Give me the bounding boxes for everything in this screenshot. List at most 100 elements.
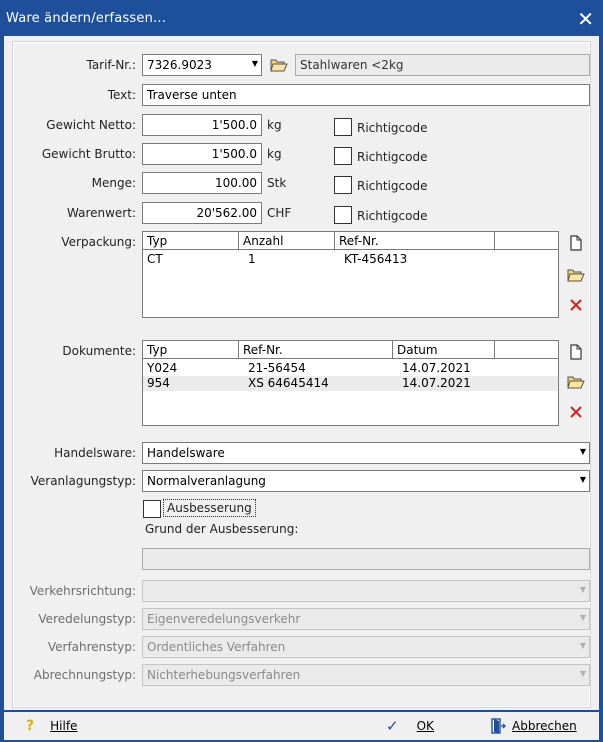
close-icon[interactable]: ✕ xyxy=(577,7,594,31)
gewicht-brutto-label: Gewicht Brutto: xyxy=(41,147,136,161)
handelsware-value: Handelsware xyxy=(147,446,225,460)
gewicht-netto-label: Gewicht Netto: xyxy=(46,118,136,132)
menge-richtigcode-label: Richtigcode xyxy=(357,179,428,193)
folder-open-icon xyxy=(567,269,585,282)
verfahrenstyp-value: Ordentliches Verfahren xyxy=(147,640,286,654)
menge-label: Menge: xyxy=(91,176,136,190)
grund-label: Grund der Ausbesserung: xyxy=(145,522,299,536)
text-input[interactable]: Traverse unten xyxy=(142,84,590,106)
grund-input[interactable] xyxy=(142,548,590,570)
verfahrenstyp-select[interactable]: Ordentliches Verfahren ▼ xyxy=(142,636,590,658)
column-header-ref-nr[interactable]: Ref-Nr. xyxy=(335,232,495,250)
verpackung-new-button[interactable] xyxy=(565,232,587,254)
dokumente-new-button[interactable] xyxy=(565,341,587,363)
column-header-datum[interactable]: Datum xyxy=(393,341,495,359)
abrechnungstyp-label: Abrechnungstyp: xyxy=(33,668,136,682)
column-header-typ[interactable]: Typ xyxy=(143,232,239,250)
ok-label: OK xyxy=(416,719,434,733)
dokumente-open-button[interactable] xyxy=(565,371,587,393)
cell-datum: 14.07.2021 xyxy=(402,361,471,375)
gewicht-netto-input[interactable]: 1'500.0 xyxy=(142,114,262,136)
tarif-select[interactable]: 7326.9023 ▼ xyxy=(142,54,262,76)
warenwert-input[interactable]: 20'562.00 xyxy=(142,202,262,224)
veredelungstyp-select[interactable]: Eigenveredelungsverkehr ▼ xyxy=(142,608,590,630)
warenwert-richtigcode-label: Richtigcode xyxy=(357,209,428,223)
column-header-typ[interactable]: Typ xyxy=(143,341,239,359)
gewicht-netto-richtigcode-label: Richtigcode xyxy=(357,121,428,135)
ausbesserung-checkbox[interactable] xyxy=(143,500,161,518)
table-row[interactable]: 954 XS 64645414 14.07.2021 xyxy=(143,376,558,391)
chevron-down-icon: ▼ xyxy=(251,59,258,68)
verpackung-table[interactable]: Typ Anzahl Ref-Nr. CT 1 KT-456413 xyxy=(142,231,559,318)
dokumente-table[interactable]: Typ Ref-Nr. Datum Y024 21-56454 14.07.20… xyxy=(142,340,559,426)
abrechnungstyp-select[interactable]: Nichterhebungsverfahren ▼ xyxy=(142,664,590,686)
veranlagungstyp-value: Normalveranlagung xyxy=(147,474,266,488)
chevron-down-icon: ▼ xyxy=(579,475,586,484)
exit-door-icon xyxy=(491,718,506,734)
warenwert-richtigcode-checkbox[interactable] xyxy=(334,206,352,224)
table-row[interactable]: Y024 21-56454 14.07.2021 xyxy=(143,361,558,376)
dokumente-delete-button[interactable] xyxy=(565,401,587,423)
delete-icon xyxy=(570,406,582,418)
chevron-down-icon: ▼ xyxy=(579,447,586,456)
cell-datum: 14.07.2021 xyxy=(402,376,471,390)
warenwert-label: Warenwert: xyxy=(67,206,136,220)
chevron-down-icon: ▼ xyxy=(579,669,586,678)
column-header-ref-nr[interactable]: Ref-Nr. xyxy=(239,341,393,359)
text-label: Text: xyxy=(107,88,136,102)
cell-typ: CT xyxy=(147,252,163,266)
gewicht-brutto-richtigcode-checkbox[interactable] xyxy=(334,147,352,165)
help-button[interactable]: ? Hilfe xyxy=(12,714,112,738)
dokumente-label: Dokumente: xyxy=(62,344,136,358)
ausbesserung-label: Ausbesserung xyxy=(167,501,252,515)
tarif-description: Stahlwaren <2kg xyxy=(295,54,590,76)
cell-ref-nr: XS 64645414 xyxy=(248,376,329,390)
gewicht-netto-unit: kg xyxy=(267,118,282,132)
verpackung-table-header: Typ Anzahl Ref-Nr. xyxy=(143,232,558,250)
gewicht-brutto-richtigcode-label: Richtigcode xyxy=(357,150,428,164)
delete-icon xyxy=(570,299,582,311)
folder-open-icon xyxy=(270,59,288,72)
cell-ref-nr: KT-456413 xyxy=(344,252,408,266)
button-bar: ? Hilfe ✓ OK Abbrechen xyxy=(4,712,599,740)
cell-ref-nr: 21-56454 xyxy=(248,361,306,375)
verkehrsrichtung-select[interactable]: ▼ xyxy=(142,580,590,602)
menge-richtigcode-checkbox[interactable] xyxy=(334,176,352,194)
menge-input[interactable]: 100.00 xyxy=(142,172,262,194)
verpackung-open-button[interactable] xyxy=(565,264,587,286)
checkmark-icon: ✓ xyxy=(386,717,399,735)
verkehrsrichtung-label: Verkehrsrichtung: xyxy=(29,584,136,598)
verpackung-label: Verpackung: xyxy=(61,235,136,249)
veranlagungstyp-select[interactable]: Normalveranlagung ▼ xyxy=(142,470,590,492)
dialog-window: Ware ändern/erfassen... ✕ Tarif-Nr.: 732… xyxy=(0,0,603,742)
veredelungstyp-label: Veredelungstyp: xyxy=(38,612,136,626)
table-row[interactable]: CT 1 KT-456413 xyxy=(143,252,558,267)
warenwert-unit: CHF xyxy=(267,206,292,220)
menge-unit: Stk xyxy=(267,176,287,190)
new-document-icon xyxy=(570,344,582,360)
verfahrenstyp-label: Verfahrenstyp: xyxy=(47,640,136,654)
folder-open-icon xyxy=(567,376,585,389)
cell-anzahl: 1 xyxy=(248,252,256,266)
handelsware-label: Handelsware: xyxy=(54,446,136,460)
dokumente-table-header: Typ Ref-Nr. Datum xyxy=(143,341,558,359)
handelsware-select[interactable]: Handelsware ▼ xyxy=(142,442,590,464)
cell-typ: Y024 xyxy=(147,361,178,375)
verpackung-delete-button[interactable] xyxy=(565,294,587,316)
window-title: Ware ändern/erfassen... xyxy=(6,11,167,26)
help-label: Hilfe xyxy=(50,719,78,733)
chevron-down-icon: ▼ xyxy=(579,641,586,650)
column-header-anzahl[interactable]: Anzahl xyxy=(239,232,335,250)
tarif-browse-button[interactable] xyxy=(268,54,290,76)
title-bar: Ware ändern/erfassen... ✕ xyxy=(0,0,603,36)
gewicht-brutto-input[interactable]: 1'500.0 xyxy=(142,143,262,165)
tarif-label: Tarif-Nr.: xyxy=(86,58,136,72)
veredelungstyp-value: Eigenveredelungsverkehr xyxy=(147,612,301,626)
chevron-down-icon: ▼ xyxy=(579,613,586,622)
chevron-down-icon: ▼ xyxy=(579,585,586,594)
cancel-button[interactable]: Abbrechen xyxy=(484,714,596,738)
cell-typ: 954 xyxy=(147,376,170,390)
ok-button[interactable]: ✓ OK xyxy=(370,714,478,738)
tarif-value: 7326.9023 xyxy=(147,58,212,72)
gewicht-netto-richtigcode-checkbox[interactable] xyxy=(334,118,352,136)
